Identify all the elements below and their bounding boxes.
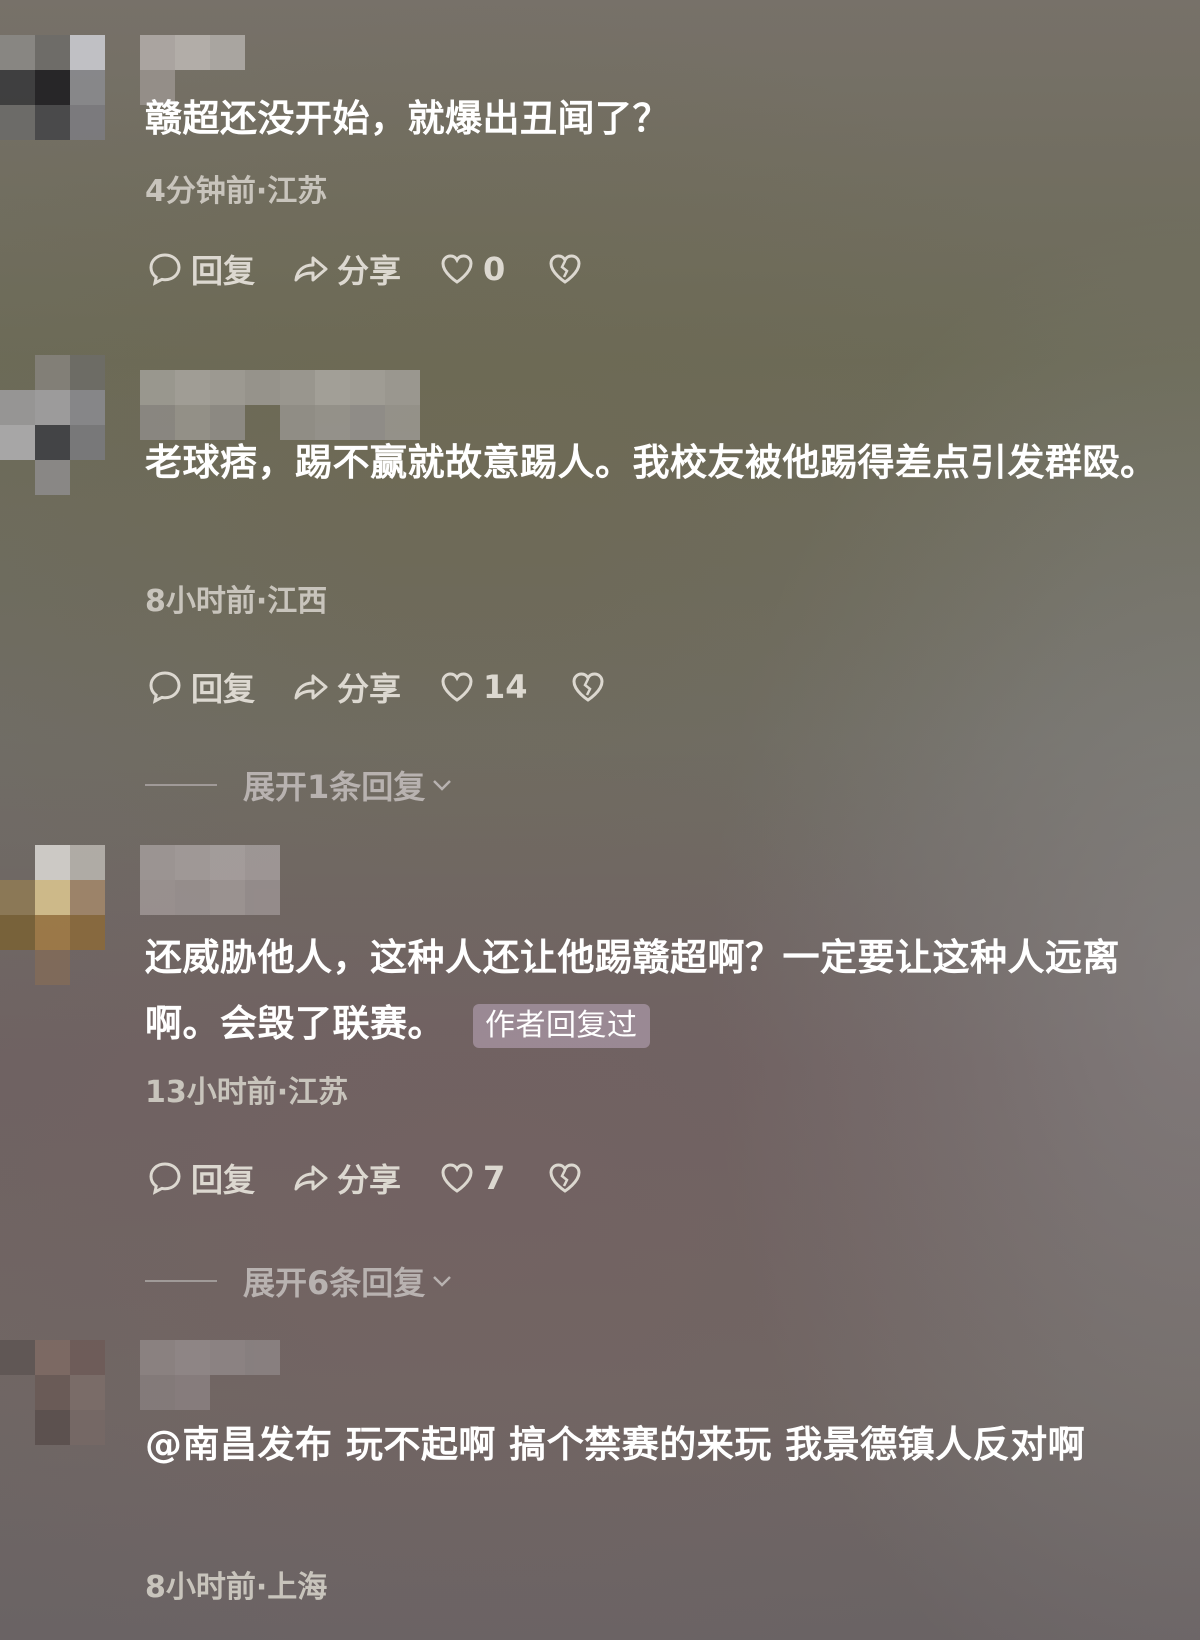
heart-outline-icon: [441, 254, 473, 284]
share-button[interactable]: 分享: [291, 1155, 401, 1201]
broken-heart-icon: [549, 1163, 581, 1193]
heart-outline-icon: [441, 672, 473, 702]
broken-heart-icon: [572, 672, 604, 702]
like-count: 7: [483, 1159, 506, 1197]
share-label: 分享: [337, 252, 402, 290]
expand-replies-button[interactable]: 展开6条回复: [145, 1258, 455, 1304]
comment-bubble-icon: [149, 671, 181, 704]
avatar[interactable]: [0, 35, 140, 175]
dislike-button[interactable]: [568, 667, 614, 707]
expand-replies-label: 展开6条回复: [243, 1264, 426, 1302]
share-arrow-icon: [294, 1165, 328, 1191]
username[interactable]: [140, 845, 280, 915]
divider: [145, 1280, 217, 1282]
share-button[interactable]: 分享: [291, 664, 401, 710]
like-button[interactable]: 14: [437, 667, 528, 707]
reply-label: 回复: [191, 670, 256, 708]
comment-actions: 回复 分享 7: [145, 1154, 627, 1202]
share-button[interactable]: 分享: [291, 246, 401, 292]
author-replied-badge: 作者回复过: [473, 1003, 650, 1048]
broken-heart-icon: [549, 254, 581, 284]
comment-text: 赣超还没开始，就爆出丑闻了？: [145, 97, 670, 140]
comment-text: 老球痞，踢不赢就故意踢人。我校友被他踢得差点引发群殴。: [145, 441, 1158, 484]
like-count: 14: [483, 668, 528, 706]
share-label: 分享: [337, 1161, 402, 1199]
dislike-button[interactable]: [545, 1158, 591, 1198]
dislike-button[interactable]: [545, 249, 591, 289]
comment-meta: 4分钟前·江苏: [145, 174, 328, 209]
reply-label: 回复: [191, 252, 256, 290]
chevron-down-icon: [433, 780, 452, 791]
comment-meta: 13小时前·江苏: [145, 1075, 349, 1110]
like-button[interactable]: 7: [437, 1158, 505, 1198]
expand-replies-button[interactable]: 展开1条回复: [145, 762, 455, 808]
reply-button[interactable]: 回复: [145, 246, 255, 292]
comment-actions: 回复 分享 0: [145, 245, 627, 293]
comment-meta: 8小时前·江西: [145, 584, 328, 619]
share-arrow-icon: [294, 674, 328, 700]
avatar[interactable]: [0, 845, 140, 985]
expand-replies-label: 展开1条回复: [243, 768, 426, 806]
reply-label: 回复: [191, 1161, 256, 1199]
like-button[interactable]: 0: [437, 249, 505, 289]
comment-bubble-icon: [149, 1162, 181, 1195]
share-label: 分享: [337, 670, 402, 708]
comment-bubble-icon: [149, 253, 181, 286]
avatar[interactable]: [0, 1340, 140, 1480]
username[interactable]: [140, 1340, 280, 1410]
comment-actions: 回复 分享 14: [145, 663, 650, 711]
divider: [145, 784, 217, 786]
chevron-down-icon: [433, 1276, 452, 1287]
reply-button[interactable]: 回复: [145, 1155, 255, 1201]
comment-text: 还威胁他人，这种人还让他踢赣超啊？一定要让这种人远离啊。会毁了联赛。 作者回复过: [145, 925, 1165, 1057]
comment-meta: 8小时前·上海: [145, 1570, 328, 1605]
comment-text: @南昌发布 玩不起啊 搞个禁赛的来玩 我景德镇人反对啊: [145, 1423, 1086, 1466]
reply-button[interactable]: 回复: [145, 664, 255, 710]
avatar[interactable]: [0, 355, 140, 495]
heart-outline-icon: [441, 1163, 473, 1193]
share-arrow-icon: [294, 256, 328, 282]
like-count: 0: [483, 250, 506, 288]
